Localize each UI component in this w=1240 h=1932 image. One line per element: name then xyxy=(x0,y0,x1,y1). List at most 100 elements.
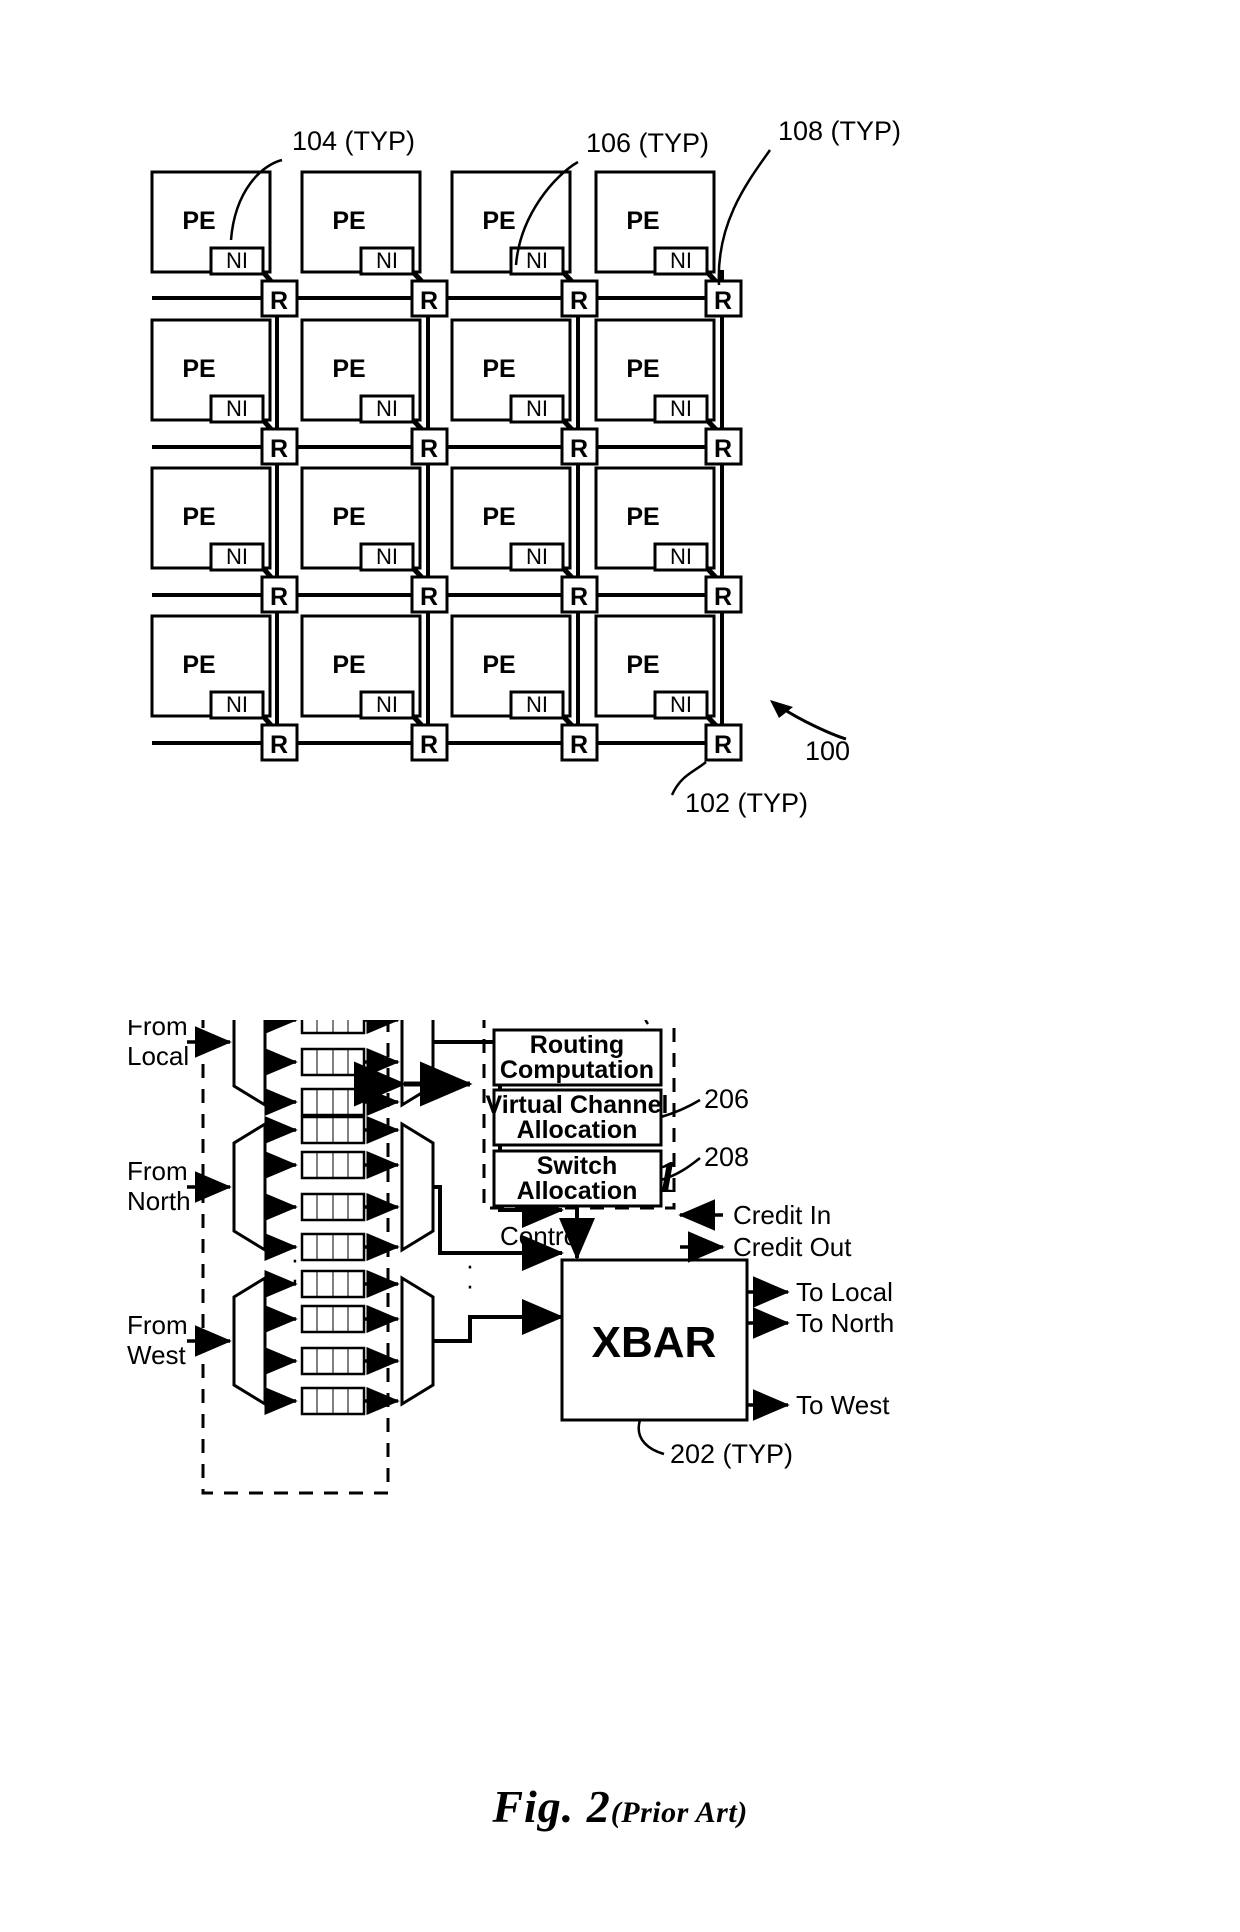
output-to-north-label: To North xyxy=(796,1308,894,1338)
demux-local xyxy=(232,1020,267,1108)
pe-cell: PE NI xyxy=(300,170,430,290)
ni-label: NI xyxy=(376,248,398,273)
pe-cell: PE NI xyxy=(594,614,724,734)
router-label: R xyxy=(570,287,588,315)
pe-cell: PE NI xyxy=(150,318,279,438)
router-node: R xyxy=(704,723,743,762)
figure-1: PE NI PE NI PE NI PE NI PE NI PE NI PE N… xyxy=(150,116,901,818)
input-port-north-label-line2: North xyxy=(127,1186,191,1216)
fifo-buffer xyxy=(300,1386,366,1416)
virtual-channel-allocation-block: Virtual Channel Allocation xyxy=(486,1088,669,1147)
fifo-buffer xyxy=(300,1150,366,1180)
router-label: R xyxy=(714,731,732,759)
router-node: R xyxy=(260,723,299,762)
switch-allocation-block: Switch Allocation xyxy=(492,1149,663,1208)
switch-allocation-line2: Allocation xyxy=(517,1177,638,1205)
pe-label: PE xyxy=(626,503,659,531)
mux-west xyxy=(400,1275,435,1407)
pe-label: PE xyxy=(482,651,515,679)
system-callout-leader xyxy=(781,706,847,741)
fifo-buffer xyxy=(300,1346,366,1376)
pe-label: PE xyxy=(332,651,365,679)
ni-label: NI xyxy=(526,396,548,421)
ni-label: NI xyxy=(376,396,398,421)
input-ports-ellipsis: · · xyxy=(291,1244,300,1294)
router-callout-text: 102 (TYP) xyxy=(685,788,808,818)
router-node: R xyxy=(560,723,599,762)
ni-label: NI xyxy=(526,248,548,273)
vc-allocation-line1: Virtual Channel xyxy=(486,1091,669,1119)
router-label: R xyxy=(270,583,288,611)
router-node: R xyxy=(704,575,743,614)
router-node: R xyxy=(560,575,599,614)
ni-label: NI xyxy=(526,544,548,569)
fifo-buffer xyxy=(300,1232,366,1262)
router-label: R xyxy=(714,287,732,315)
routing-computation-block: Routing Computation xyxy=(492,1028,663,1087)
ni-label: NI xyxy=(226,544,248,569)
input-port-west: From West xyxy=(127,1269,564,1416)
router-node: R xyxy=(410,575,449,614)
router-node: R xyxy=(704,279,743,318)
router-node: R xyxy=(560,427,599,466)
crossbar-label: XBAR xyxy=(592,1318,717,1367)
routing-computation-line1: Routing xyxy=(530,1031,624,1059)
system-callout-text: 100 xyxy=(805,736,850,766)
fifo-buffer xyxy=(300,1020,366,1035)
router-node: R xyxy=(410,723,449,762)
pe-label: PE xyxy=(482,503,515,531)
crossbar-block: XBAR xyxy=(560,1258,749,1422)
patent-figure-page: PE NI PE NI PE NI PE NI PE NI PE NI PE N… xyxy=(0,0,1240,1932)
router-label: R xyxy=(420,435,438,463)
pe-cell: PE NI xyxy=(300,466,430,586)
svg-text:·: · xyxy=(291,1264,300,1294)
router-label: R xyxy=(570,731,588,759)
router-label: R xyxy=(420,731,438,759)
router-node: R xyxy=(260,427,299,466)
ni-label: NI xyxy=(670,396,692,421)
figure-2-caption: Fig. 2 (Prior Art) xyxy=(0,1780,1240,1833)
fifo-buffer xyxy=(300,1047,366,1077)
ni-label: NI xyxy=(526,692,548,717)
figure-2-caption-sub: (Prior Art) xyxy=(610,1796,748,1829)
figure-2: From Local From North From West · · · · … xyxy=(127,1020,894,1495)
west-to-xbar-link xyxy=(433,1299,564,1343)
pe-label: PE xyxy=(482,207,515,235)
pe-cell: PE NI xyxy=(150,614,279,734)
fifo-buffer xyxy=(300,1192,366,1222)
credit-out-legend: Credit Out xyxy=(680,1231,852,1263)
router-node: R xyxy=(704,427,743,466)
pe-label: PE xyxy=(332,355,365,383)
ni-label: NI xyxy=(376,692,398,717)
router-node: R xyxy=(410,427,449,466)
router-label: R xyxy=(714,583,732,611)
callout-208-text: 208 xyxy=(704,1142,749,1172)
ni-label: NI xyxy=(670,544,692,569)
ni-label: NI xyxy=(226,396,248,421)
svg-text:·: · xyxy=(466,1270,475,1300)
fifo-buffer xyxy=(300,1304,366,1334)
router-label: R xyxy=(270,435,288,463)
vc-allocation-line2: Allocation xyxy=(517,1116,638,1144)
pe-cell: PE NI xyxy=(594,318,724,438)
ni-label: NI xyxy=(226,248,248,273)
pe-label: PE xyxy=(626,651,659,679)
callout-204-leader xyxy=(644,1020,650,1025)
input-port-local-label-line1: From xyxy=(127,1020,188,1041)
pe-cell: PE NI xyxy=(450,318,580,438)
xbar-input-ellipsis: · · xyxy=(466,1250,475,1300)
credit-out-label: Credit Out xyxy=(733,1232,852,1262)
credit-in-legend: Credit In xyxy=(678,1199,831,1231)
router-node: R xyxy=(560,279,599,318)
router-node: R xyxy=(260,575,299,614)
ni-callout-text: 106 (TYP) xyxy=(586,128,709,158)
fifo-buffer xyxy=(300,1269,366,1299)
pe-label: PE xyxy=(182,207,215,235)
input-port-west-label-line2: West xyxy=(127,1340,187,1370)
pe-label: PE xyxy=(626,355,659,383)
pe-label: PE xyxy=(182,503,215,531)
ni-label: NI xyxy=(670,248,692,273)
output-to-west-label: To West xyxy=(796,1390,890,1420)
pe-callout-text: 104 (TYP) xyxy=(292,126,415,156)
pe-cell: PE NI xyxy=(150,170,279,290)
